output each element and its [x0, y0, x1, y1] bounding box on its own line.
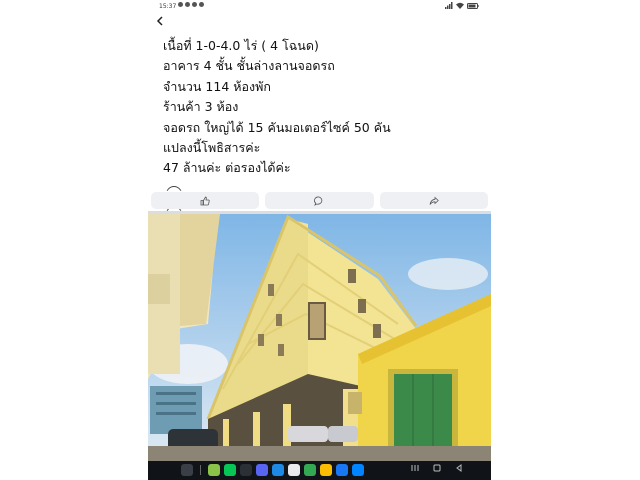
- app-grid-icon[interactable]: [181, 464, 193, 476]
- notification-icons: [178, 2, 204, 7]
- notification-icon: [178, 2, 183, 7]
- post-line: จำนวน 114 ห้องพัก: [163, 78, 271, 94]
- maps-app-icon[interactable]: [288, 464, 300, 476]
- battery-icon: [467, 2, 479, 9]
- post-line: แปลงนี้โพธิสารค่ะ: [163, 139, 261, 155]
- comment-button[interactable]: [265, 192, 374, 209]
- taskbar-apps: [181, 464, 364, 476]
- messenger-app-icon[interactable]: [352, 464, 364, 476]
- chrome-app-icon[interactable]: [320, 464, 332, 476]
- post-line: เนื้อที่ 1-0-4.0 ไร่ ( 4 โฉนด): [163, 38, 319, 53]
- status-time: 15:37: [159, 3, 177, 10]
- post-actions: [148, 192, 491, 209]
- line-green-app-icon[interactable]: [224, 464, 236, 476]
- post-line: 47 ล้านค่ะ ต่อรองได้ค่ะ: [163, 160, 291, 176]
- line-app-icon[interactable]: [208, 464, 220, 476]
- dark-app-icon[interactable]: [240, 464, 252, 476]
- files-app-icon[interactable]: [272, 464, 284, 476]
- signal-icon: [445, 2, 453, 9]
- status-bar: 15:37: [148, 0, 491, 13]
- system-nav-buttons: [411, 464, 463, 472]
- building-photo[interactable]: [148, 214, 491, 461]
- post-line: จอดรถ ใหญ่ได้ 15 คันมอเตอร์ไซค์ 50 คัน: [163, 119, 391, 135]
- back-button[interactable]: [156, 15, 164, 30]
- notification-icon: [185, 2, 190, 7]
- chevron-left-icon: [156, 16, 163, 26]
- facebook-app-icon[interactable]: [336, 464, 348, 476]
- building-photo-image: [148, 214, 491, 461]
- post-line: อาคาร 4 ชั้น ชั้นล่างลานจอดรถ: [163, 58, 335, 74]
- android-navbar: [148, 461, 491, 480]
- discord-app-icon[interactable]: [256, 464, 268, 476]
- status-right: [445, 2, 479, 9]
- taskbar-separator: [200, 465, 201, 475]
- back-nav-icon[interactable]: [455, 464, 463, 472]
- like-button[interactable]: [151, 192, 260, 209]
- wifi-icon: [456, 2, 464, 9]
- comment-icon: [314, 196, 323, 206]
- thumbs-up-icon: [200, 196, 210, 205]
- notification-icon: [192, 2, 197, 7]
- recents-icon[interactable]: [411, 464, 419, 472]
- phone-screen: 15:37 เนื้อที่ 1-0-4.0 ไร่ ( 4 โฉนด) อาค…: [148, 0, 491, 480]
- share-button[interactable]: [379, 192, 488, 209]
- share-icon: [429, 196, 439, 205]
- notification-icon: [199, 2, 204, 7]
- home-icon[interactable]: [433, 464, 441, 472]
- messages-app-icon[interactable]: [304, 464, 316, 476]
- post-text: เนื้อที่ 1-0-4.0 ไร่ ( 4 โฉนด) อาคาร 4 ช…: [163, 36, 483, 179]
- post-line: ร้านค้า 3 ห้อง: [163, 99, 239, 115]
